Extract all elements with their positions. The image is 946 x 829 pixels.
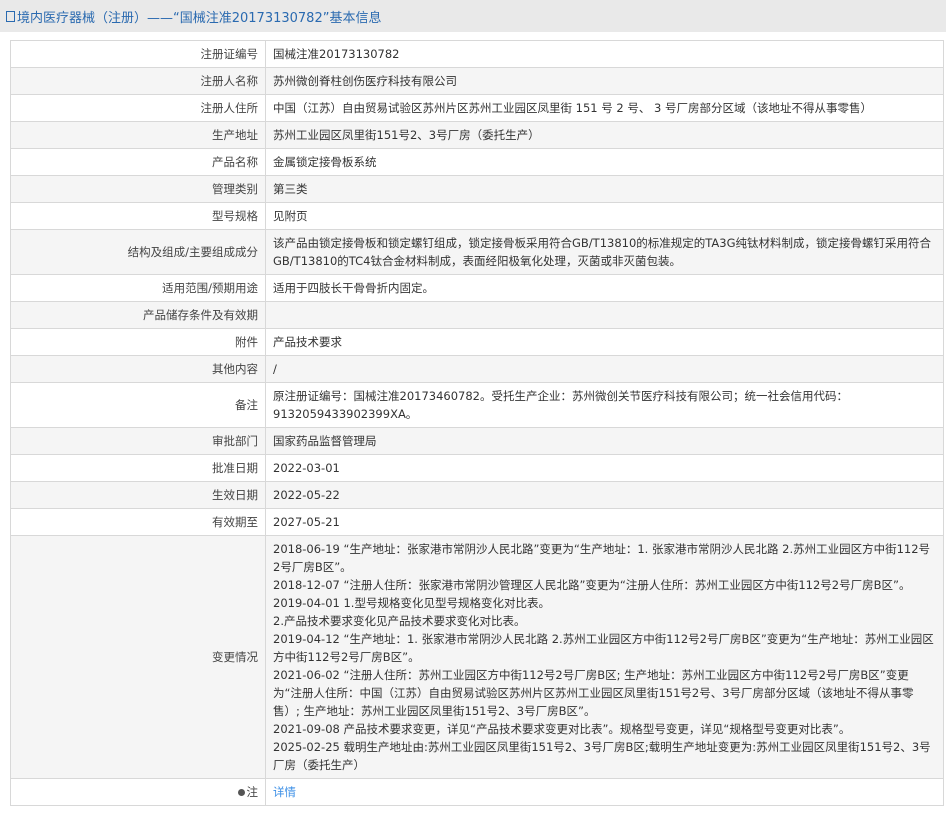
- row-label: 生产地址: [10, 121, 266, 149]
- row-label: 产品储存条件及有效期: [10, 301, 266, 329]
- table-row: 备注 原注册证编号：国械注准20173460782。受托生产企业：苏州微创关节医疗…: [10, 382, 944, 428]
- document-icon: [6, 10, 15, 22]
- page-title-text: 境内医疗器械（注册）——“国械注准20173130782”基本信息: [17, 10, 382, 26]
- change-entry: 2018-06-19 “生产地址：张家港市常阴沙人民北路”变更为“生产地址：1.…: [273, 542, 931, 574]
- row-value: 第三类: [265, 175, 944, 203]
- row-label: 产品名称: [10, 148, 266, 176]
- row-value: 2022-05-22: [265, 481, 944, 509]
- table-row: 注册人住所 中国（江苏）自由贸易试验区苏州片区苏州工业园区凤里街 151 号 2 …: [10, 94, 944, 122]
- row-value: 2022-03-01: [265, 454, 944, 482]
- row-label: 注册人名称: [10, 67, 266, 95]
- row-label: 其他内容: [10, 355, 266, 383]
- row-label: 批准日期: [10, 454, 266, 482]
- row-value: /: [265, 355, 944, 383]
- row-value: 中国（江苏）自由贸易试验区苏州片区苏州工业园区凤里街 151 号 2 号、 3 …: [265, 94, 944, 122]
- page-title: 境内医疗器械（注册）——“国械注准20173130782”基本信息: [0, 0, 946, 32]
- table-row: 管理类别 第三类: [10, 175, 944, 203]
- row-value: 国械注准20173130782: [265, 40, 944, 68]
- table-row: 注册证编号 国械注准20173130782: [10, 40, 944, 68]
- row-label: 备注: [10, 382, 266, 428]
- note-row: 注详情: [10, 778, 944, 806]
- row-label: 适用范围/预期用途: [10, 274, 266, 302]
- row-label: 生效日期: [10, 481, 266, 509]
- row-value: 产品技术要求: [265, 328, 944, 356]
- table-row: 结构及组成/主要组成成分 该产品由锁定接骨板和锁定螺钉组成，锁定接骨板采用符合GB…: [10, 229, 944, 275]
- row-value: 见附页: [265, 202, 944, 230]
- row-value: 原注册证编号：国械注准20173460782。受托生产企业：苏州微创关节医疗科技…: [265, 382, 944, 428]
- table-row: 其他内容 /: [10, 355, 944, 383]
- details-link[interactable]: 详情: [273, 785, 296, 799]
- pin-icon: [237, 789, 245, 796]
- change-entry: 2018-12-07 “注册人住所：张家港市常阴沙管理区人民北路”变更为“注册人…: [273, 578, 911, 592]
- row-value: 详情: [265, 778, 944, 806]
- row-label: 管理类别: [10, 175, 266, 203]
- row-value: 适用于四肢长干骨骨折内固定。: [265, 274, 944, 302]
- row-value: [265, 301, 944, 329]
- table-row: 注册人名称 苏州微创脊柱创伤医疗科技有限公司: [10, 67, 944, 95]
- change-entry: 2021-06-02 “注册人住所：苏州工业园区方中街112号2号厂房B区; 生…: [273, 668, 914, 718]
- table-row: 产品储存条件及有效期: [10, 301, 944, 329]
- table-row: 批准日期 2022-03-01: [10, 454, 944, 482]
- row-label: 型号规格: [10, 202, 266, 230]
- change-entry: 2025-02-25 载明生产地址由:苏州工业园区凤里街151号2、3号厂房B区…: [273, 740, 931, 772]
- change-entry: 2019-04-01 1.型号规格变化见型号规格变化对比表。: [273, 596, 550, 610]
- info-table: 注册证编号 国械注准20173130782 注册人名称 苏州微创脊柱创伤医疗科技有限公…: [10, 40, 944, 806]
- change-entry: 2.产品技术要求变化见产品技术要求变化对比表。: [273, 614, 526, 628]
- row-value: 国家药品监督管理局: [265, 427, 944, 455]
- change-entry: 2019-04-12 “生产地址：1. 张家港市常阴沙人民北路 2.苏州工业园区…: [273, 632, 934, 664]
- row-value: 金属锁定接骨板系统: [265, 148, 944, 176]
- table-row: 生效日期 2022-05-22: [10, 481, 944, 509]
- table-row: 适用范围/预期用途 适用于四肢长干骨骨折内固定。: [10, 274, 944, 302]
- row-label: 有效期至: [10, 508, 266, 536]
- row-value: 苏州工业园区凤里街151号2、3号厂房（委托生产）: [265, 121, 944, 149]
- changes-row: 变更情况 2018-06-19 “生产地址：张家港市常阴沙人民北路”变更为“生产地…: [10, 535, 944, 779]
- row-value: 2027-05-21: [265, 508, 944, 536]
- table-row: 有效期至 2027-05-21: [10, 508, 944, 536]
- table-row: 产品名称 金属锁定接骨板系统: [10, 148, 944, 176]
- row-label: 审批部门: [10, 427, 266, 455]
- note-label: 注: [246, 785, 259, 799]
- row-label: 附件: [10, 328, 266, 356]
- row-label: 注册人住所: [10, 94, 266, 122]
- changes-list: 2018-06-19 “生产地址：张家港市常阴沙人民北路”变更为“生产地址：1.…: [265, 535, 944, 779]
- table-row: 附件 产品技术要求: [10, 328, 944, 356]
- row-label: 结构及组成/主要组成成分: [10, 229, 266, 275]
- row-label: 变更情况: [10, 535, 266, 779]
- row-label: 注: [10, 778, 266, 806]
- table-row: 生产地址 苏州工业园区凤里街151号2、3号厂房（委托生产）: [10, 121, 944, 149]
- row-value: 该产品由锁定接骨板和锁定螺钉组成，锁定接骨板采用符合GB/T13810的标准规定…: [265, 229, 944, 275]
- table-row: 审批部门 国家药品监督管理局: [10, 427, 944, 455]
- row-label: 注册证编号: [10, 40, 266, 68]
- table-row: 型号规格 见附页: [10, 202, 944, 230]
- change-entry: 2021-09-08 产品技术要求变更，详见“产品技术要求变更对比表”。规格型号…: [273, 722, 851, 736]
- row-value: 苏州微创脊柱创伤医疗科技有限公司: [265, 67, 944, 95]
